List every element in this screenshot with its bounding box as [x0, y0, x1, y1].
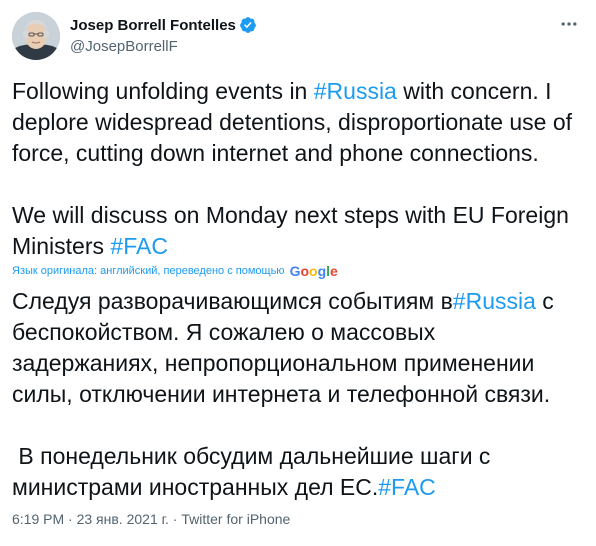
- more-options-button[interactable]: [554, 12, 584, 36]
- hashtag-fac-link[interactable]: #FAC: [110, 233, 168, 259]
- tweet-text-part: Following unfolding events in: [12, 78, 314, 104]
- google-logo: Google: [290, 263, 338, 279]
- translated-text-part: Следуя разворачивающимся событиям в: [12, 288, 453, 314]
- tweet-date[interactable]: 23 янв. 2021 г.: [77, 511, 169, 527]
- tweet-header: Josep Borrell Fontelles @JosepBorrellF: [12, 10, 584, 62]
- name-row: Josep Borrell Fontelles: [70, 15, 257, 35]
- author-block: Josep Borrell Fontelles @JosepBorrellF: [70, 15, 257, 55]
- hashtag-russia-link[interactable]: #Russia: [314, 78, 397, 104]
- google-logo-letter: G: [289, 263, 301, 279]
- google-logo-letter: e: [330, 263, 338, 279]
- profile-photo: [12, 12, 60, 60]
- verified-badge-icon: [239, 16, 257, 34]
- more-dots-icon: [561, 22, 577, 26]
- tweet-source-link[interactable]: Twitter for iPhone: [181, 511, 290, 527]
- tweet-metadata: 6:19 PM · 23 янв. 2021 г. · Twitter for …: [12, 511, 290, 527]
- translation-notice-text: Язык оригинала: английский, переведено с…: [12, 265, 285, 277]
- google-logo-letter: o: [309, 263, 318, 279]
- tweet-text: Following unfolding events in #Russia wi…: [12, 76, 584, 262]
- translated-tweet-text: Следуя разворачивающимся событиям в#Russ…: [12, 286, 584, 503]
- avatar[interactable]: [12, 12, 60, 60]
- user-handle[interactable]: @JosepBorrellF: [70, 38, 257, 55]
- translated-hashtag-russia-link[interactable]: #Russia: [453, 288, 536, 314]
- meta-separator: ·: [68, 511, 73, 527]
- google-logo-letter: g: [317, 263, 327, 279]
- translated-hashtag-fac-link[interactable]: #FAC: [378, 474, 436, 500]
- tweet-card: Josep Borrell Fontelles @JosepBorrellF F…: [0, 0, 596, 546]
- display-name[interactable]: Josep Borrell Fontelles: [70, 17, 236, 34]
- google-logo-letter: o: [300, 263, 310, 279]
- meta-separator: ·: [172, 511, 178, 527]
- tweet-time[interactable]: 6:19 PM: [12, 511, 64, 527]
- tweet-text-part: We will discuss on Monday next steps wit…: [12, 202, 576, 259]
- translation-notice[interactable]: Язык оригинала: английский, переведено с…: [12, 263, 338, 279]
